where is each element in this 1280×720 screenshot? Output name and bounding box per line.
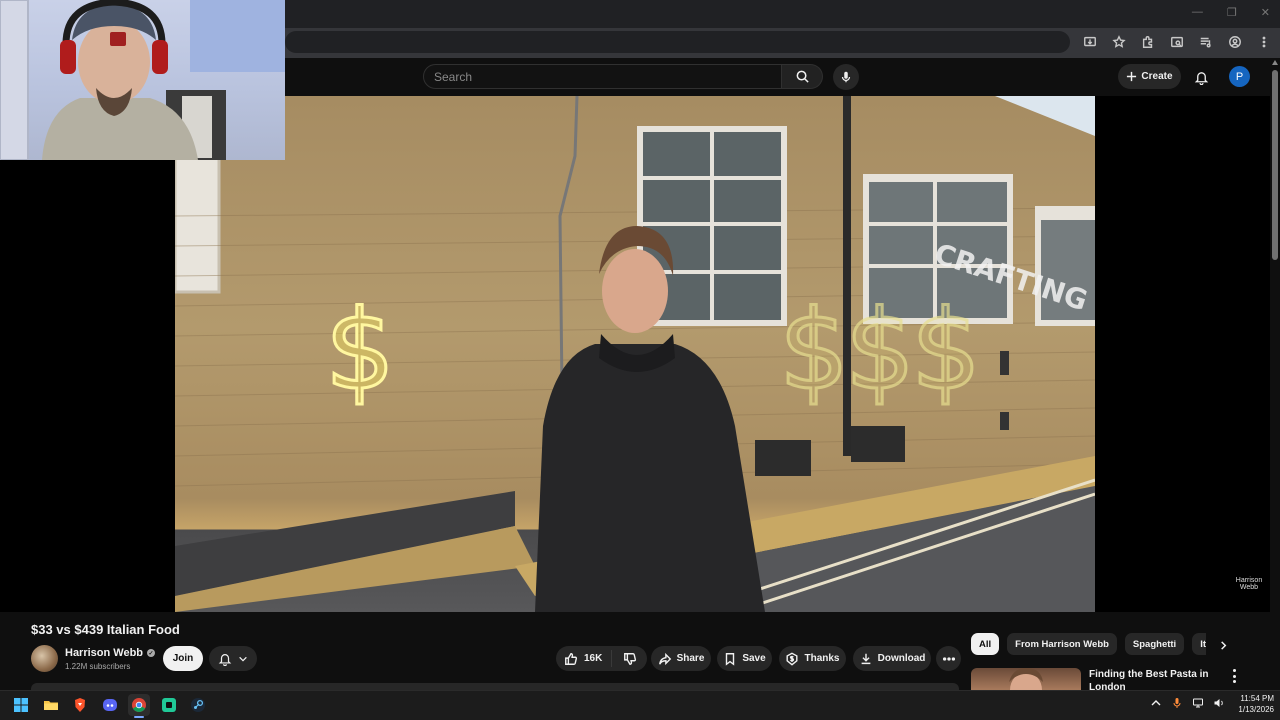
media-controls-icon[interactable] bbox=[1197, 33, 1214, 50]
subscriber-count: 1.22M subscribers bbox=[65, 662, 131, 671]
network-icon[interactable] bbox=[1192, 697, 1204, 709]
page-scrollbar[interactable] bbox=[1270, 58, 1280, 690]
thanks-button[interactable]: Thanks bbox=[779, 646, 846, 671]
chrome-icon[interactable] bbox=[128, 694, 150, 716]
chip-italian[interactable]: Italian bbox=[1192, 633, 1206, 655]
super-thanks-icon bbox=[786, 652, 798, 666]
plus-icon bbox=[1127, 71, 1137, 82]
search-icon bbox=[796, 70, 809, 83]
share-button[interactable]: Share bbox=[651, 646, 711, 671]
brave-browser-icon[interactable] bbox=[69, 694, 91, 716]
screen: — ❐ ✕ Create P bbox=[0, 0, 1280, 720]
chevron-up-icon[interactable] bbox=[1150, 697, 1162, 709]
discord-icon[interactable] bbox=[99, 694, 121, 716]
like-dislike-group: 16K bbox=[556, 646, 647, 671]
browser-toolbar-icons bbox=[1081, 33, 1272, 50]
install-app-icon[interactable] bbox=[1081, 33, 1098, 50]
search-button[interactable] bbox=[782, 64, 823, 89]
join-button[interactable]: Join bbox=[163, 646, 203, 671]
channel-name-row[interactable]: Harrison Webb ✓ bbox=[65, 647, 156, 659]
like-count: 16K bbox=[584, 653, 603, 664]
microphone-icon[interactable] bbox=[1171, 697, 1183, 709]
profile-icon[interactable] bbox=[1226, 33, 1243, 50]
svg-text:$: $ bbox=[779, 286, 849, 414]
save-button[interactable]: Save bbox=[717, 646, 772, 671]
thumbs-down-icon bbox=[623, 652, 636, 665]
watermark-line-1: Harrison bbox=[1235, 577, 1263, 584]
search-input[interactable] bbox=[424, 65, 781, 88]
save-label: Save bbox=[742, 653, 766, 664]
video-frame[interactable]: $ $ $ $ CRAFTING THE bbox=[175, 96, 1095, 612]
create-label: Create bbox=[1141, 71, 1173, 82]
recommendation-thumbnail[interactable] bbox=[971, 668, 1081, 690]
thanks-label: Thanks bbox=[804, 653, 840, 664]
close-button[interactable]: ✕ bbox=[1261, 6, 1270, 19]
svg-text:$: $ bbox=[911, 286, 981, 414]
window-controls: — ❐ ✕ bbox=[1192, 6, 1270, 19]
bell-icon bbox=[1194, 71, 1208, 85]
svg-text:$: $ bbox=[325, 286, 395, 414]
thumbs-up-icon bbox=[565, 652, 578, 665]
minimize-button[interactable]: — bbox=[1192, 6, 1203, 19]
like-button[interactable]: 16K bbox=[556, 650, 612, 667]
bell-icon bbox=[218, 653, 232, 666]
download-icon bbox=[861, 653, 870, 664]
more-horizontal-icon bbox=[942, 656, 955, 661]
thumbnail-image bbox=[1009, 668, 1043, 690]
share-icon bbox=[658, 652, 671, 665]
description-box[interactable] bbox=[31, 683, 959, 690]
webcam-overlay bbox=[0, 0, 285, 160]
chip-all[interactable]: All bbox=[971, 633, 1000, 655]
system-tray bbox=[1150, 697, 1225, 709]
channel-avatar[interactable] bbox=[31, 645, 58, 672]
share-label: Share bbox=[676, 653, 705, 664]
chrome-menu-icon[interactable] bbox=[1255, 33, 1272, 50]
related-filter-chips: All From Harrison Webb Spaghetti Italian bbox=[971, 633, 1206, 655]
address-bar[interactable] bbox=[285, 31, 1070, 53]
voice-search-button[interactable] bbox=[833, 64, 859, 90]
recommendation-menu-button[interactable] bbox=[1229, 669, 1239, 683]
channel-name[interactable]: Harrison Webb bbox=[65, 647, 143, 659]
dislike-button[interactable] bbox=[612, 652, 647, 666]
app-icon[interactable] bbox=[158, 694, 180, 716]
chip-from-channel[interactable]: From Harrison Webb bbox=[1007, 633, 1117, 655]
windows-start-icon[interactable] bbox=[10, 694, 32, 716]
chips-next-button[interactable] bbox=[1213, 636, 1233, 654]
video-title: $33 vs $439 Italian Food bbox=[31, 622, 180, 637]
search-box bbox=[423, 64, 782, 89]
subscription-notifications-button[interactable] bbox=[209, 646, 257, 671]
scroll-up-arrow[interactable] bbox=[1272, 60, 1278, 65]
download-label: Download bbox=[877, 653, 926, 664]
extensions-icon[interactable] bbox=[1139, 33, 1156, 50]
active-app-indicator bbox=[134, 716, 144, 718]
clock-time: 11:54 PM bbox=[1240, 694, 1274, 703]
svg-text:$: $ bbox=[845, 286, 915, 414]
bookmark-star-icon[interactable] bbox=[1110, 33, 1127, 50]
chevron-right-icon bbox=[1220, 640, 1226, 650]
create-button[interactable]: Create bbox=[1118, 64, 1181, 89]
tab-search-icon[interactable] bbox=[1168, 33, 1185, 50]
video-scene: $ $ $ $ CRAFTING THE bbox=[175, 96, 1095, 612]
file-explorer-icon[interactable] bbox=[40, 694, 62, 716]
notifications-button[interactable] bbox=[1190, 66, 1212, 88]
webcam-feed bbox=[0, 0, 285, 160]
restore-button[interactable]: ❐ bbox=[1227, 6, 1237, 19]
bookmark-icon bbox=[726, 652, 735, 666]
scrollbar-thumb[interactable] bbox=[1272, 70, 1278, 260]
video-watermark: Harrison Webb bbox=[1229, 577, 1269, 591]
recommendation-title[interactable]: Finding the Best Pasta in London bbox=[1089, 668, 1219, 690]
watermark-line-2: Webb bbox=[1239, 584, 1259, 591]
chevron-down-icon bbox=[239, 656, 247, 662]
verified-badge-icon: ✓ bbox=[147, 649, 156, 657]
more-actions-button[interactable] bbox=[936, 646, 961, 671]
steam-icon[interactable] bbox=[187, 694, 209, 716]
taskbar-clock[interactable]: 11:54 PM 1/13/2026 bbox=[1224, 693, 1274, 715]
microphone-icon bbox=[841, 71, 851, 83]
account-avatar[interactable]: P bbox=[1229, 66, 1250, 87]
chip-spaghetti[interactable]: Spaghetti bbox=[1124, 633, 1185, 655]
clock-date: 1/13/2026 bbox=[1238, 705, 1274, 714]
download-button[interactable]: Download bbox=[853, 646, 931, 671]
